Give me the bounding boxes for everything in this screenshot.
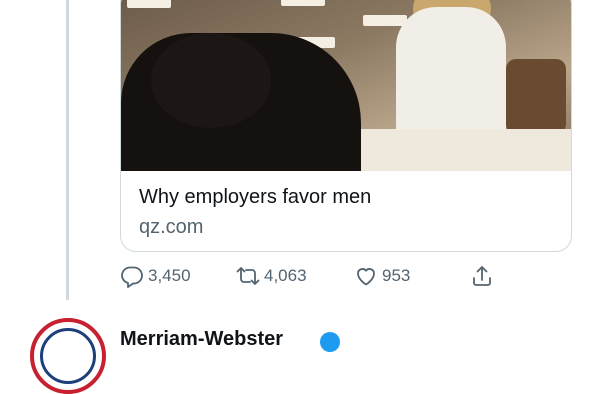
tweet-actions: 3,450 4,063 953 [120, 262, 500, 290]
ceiling-light [363, 15, 407, 26]
photo-bag [506, 59, 566, 134]
like-icon [357, 268, 375, 286]
link-preview-card[interactable]: Why employers favor men qz.com [120, 0, 572, 252]
like-button[interactable]: 953 [354, 262, 410, 290]
link-preview-image [121, 0, 571, 171]
next-tweet-avatar[interactable] [30, 318, 106, 394]
like-count: 953 [382, 266, 411, 285]
photo-head [151, 33, 271, 128]
photo-person-left [121, 33, 361, 171]
link-card-domain: qz.com [139, 216, 204, 238]
ceiling-light [281, 0, 325, 6]
ceiling-light [127, 0, 171, 8]
verified-badge-icon [320, 332, 340, 352]
reply-button[interactable]: 3,450 [120, 262, 191, 290]
share-button[interactable] [470, 262, 494, 290]
retweet-button[interactable]: 4,063 [236, 262, 307, 290]
reply-icon [121, 266, 143, 288]
thread-line [66, 0, 69, 300]
avatar-inner-ring [40, 328, 96, 384]
reply-count: 3,450 [148, 266, 191, 285]
share-icon [473, 266, 491, 286]
retweet-icon [236, 267, 260, 285]
photo-table [361, 129, 571, 171]
retweet-count: 4,063 [264, 266, 307, 285]
link-card-title: Why employers favor men [139, 186, 372, 208]
